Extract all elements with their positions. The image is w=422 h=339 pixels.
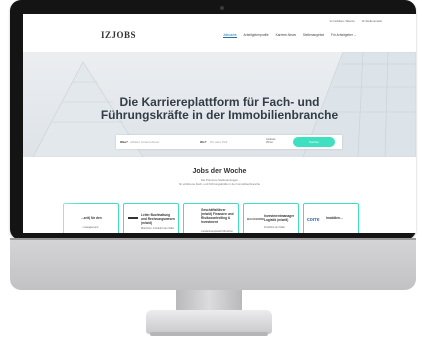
radius-value: 25 km xyxy=(266,141,274,144)
monitor-stand-neck xyxy=(176,290,242,312)
top-navigation: Immobilien-Talente IZ-Stellenmarkt IZJOB… xyxy=(23,14,416,53)
where-input[interactable]: Ort oder PLZ xyxy=(210,140,227,144)
job-card-title: Geschäftsführer (m/w/d) Finanzen und Ris… xyxy=(201,208,234,224)
utility-link-talents[interactable]: Immobilien-Talente xyxy=(330,19,355,23)
monitor-chin xyxy=(10,240,416,290)
hero-title-line-2: Führungskräfte in der Immobilienbranche xyxy=(100,108,339,122)
monitor-stand-foot xyxy=(146,310,272,334)
job-card-title: ...zeit) für den xyxy=(81,216,102,220)
screen: Immobilien-Talente IZ-Stellenmarkt IZJOB… xyxy=(23,14,416,233)
where-label: Wo? xyxy=(200,140,207,144)
job-card-company: Frankfurt am Main xyxy=(264,226,286,229)
camera-dot xyxy=(220,6,224,10)
job-search-bar: Was? Jobtitel, Unternehmen Wo? Ort oder … xyxy=(116,135,342,149)
site-logo[interactable]: IZJOBS xyxy=(101,30,136,40)
what-label: Was? xyxy=(120,140,128,144)
utility-link-market[interactable]: IZ-Stellenmarkt xyxy=(362,19,382,23)
job-card-company: Landeshauptstadt München xyxy=(201,230,234,233)
menu-item-arbeitgeberprofile[interactable]: Arbeitgeberprofile xyxy=(244,33,269,37)
menu-item-karriere-news[interactable]: Karriere-News xyxy=(276,33,296,37)
radius-select[interactable]: Umkreis 25 km xyxy=(266,138,276,144)
hero-title: Die Karriereplattform für Fach- und Führ… xyxy=(83,96,356,122)
menu-item-stellenangebot[interactable]: Stellenangebot xyxy=(303,33,324,37)
what-input[interactable]: Jobtitel, Unternehmen xyxy=(130,140,159,144)
job-card[interactable]: Leiter Buchhaltung und Rechnungswesen (m… xyxy=(123,203,179,233)
jobs-subtitle-2: für erfahrene Fach- und Führungskräfte i… xyxy=(178,182,261,186)
main-menu: Jobsuche Arbeitgeberprofile Karriere-New… xyxy=(223,33,363,38)
company-logo: corre xyxy=(307,217,320,223)
job-card-company: München, Frankfurt am Main xyxy=(141,227,175,230)
menu-item-fuer-arbeitgeber[interactable]: Für Arbeitgeber ⌄ xyxy=(331,33,357,37)
carousel-fade-right xyxy=(366,199,416,233)
menu-item-jobsuche[interactable]: Jobsuche xyxy=(223,33,237,38)
utility-links: Immobilien-Talente IZ-Stellenmarkt xyxy=(324,19,382,23)
search-button[interactable]: Suchen xyxy=(293,137,335,147)
job-card-title: Imobilien... xyxy=(326,216,343,220)
company-logo xyxy=(128,217,138,219)
stand-shadow xyxy=(150,332,268,336)
job-card-title: Investmentmanager Logistik (m/w/d) xyxy=(264,214,295,222)
job-card-company: ...management xyxy=(81,226,99,229)
job-card-title: Leiter Buchhaltung und Rechnungswesen (m… xyxy=(141,213,175,225)
monitor-frame: Immobilien-Talente IZ-Stellenmarkt IZJOB… xyxy=(10,0,416,240)
jobs-section-title: Jobs der Woche xyxy=(192,168,247,175)
job-card[interactable]: BACKBONE Investmentmanager Logistik (m/w… xyxy=(243,203,299,233)
hero-section: Die Karriereplattform für Fach- und Führ… xyxy=(23,52,416,157)
job-card[interactable]: Geschäftsführer (m/w/d) Finanzen und Ris… xyxy=(183,203,239,233)
job-card[interactable]: corre Imobilien... xyxy=(303,203,359,233)
carousel-fade-left xyxy=(23,199,83,233)
company-logo: BACKBONE xyxy=(247,217,265,221)
